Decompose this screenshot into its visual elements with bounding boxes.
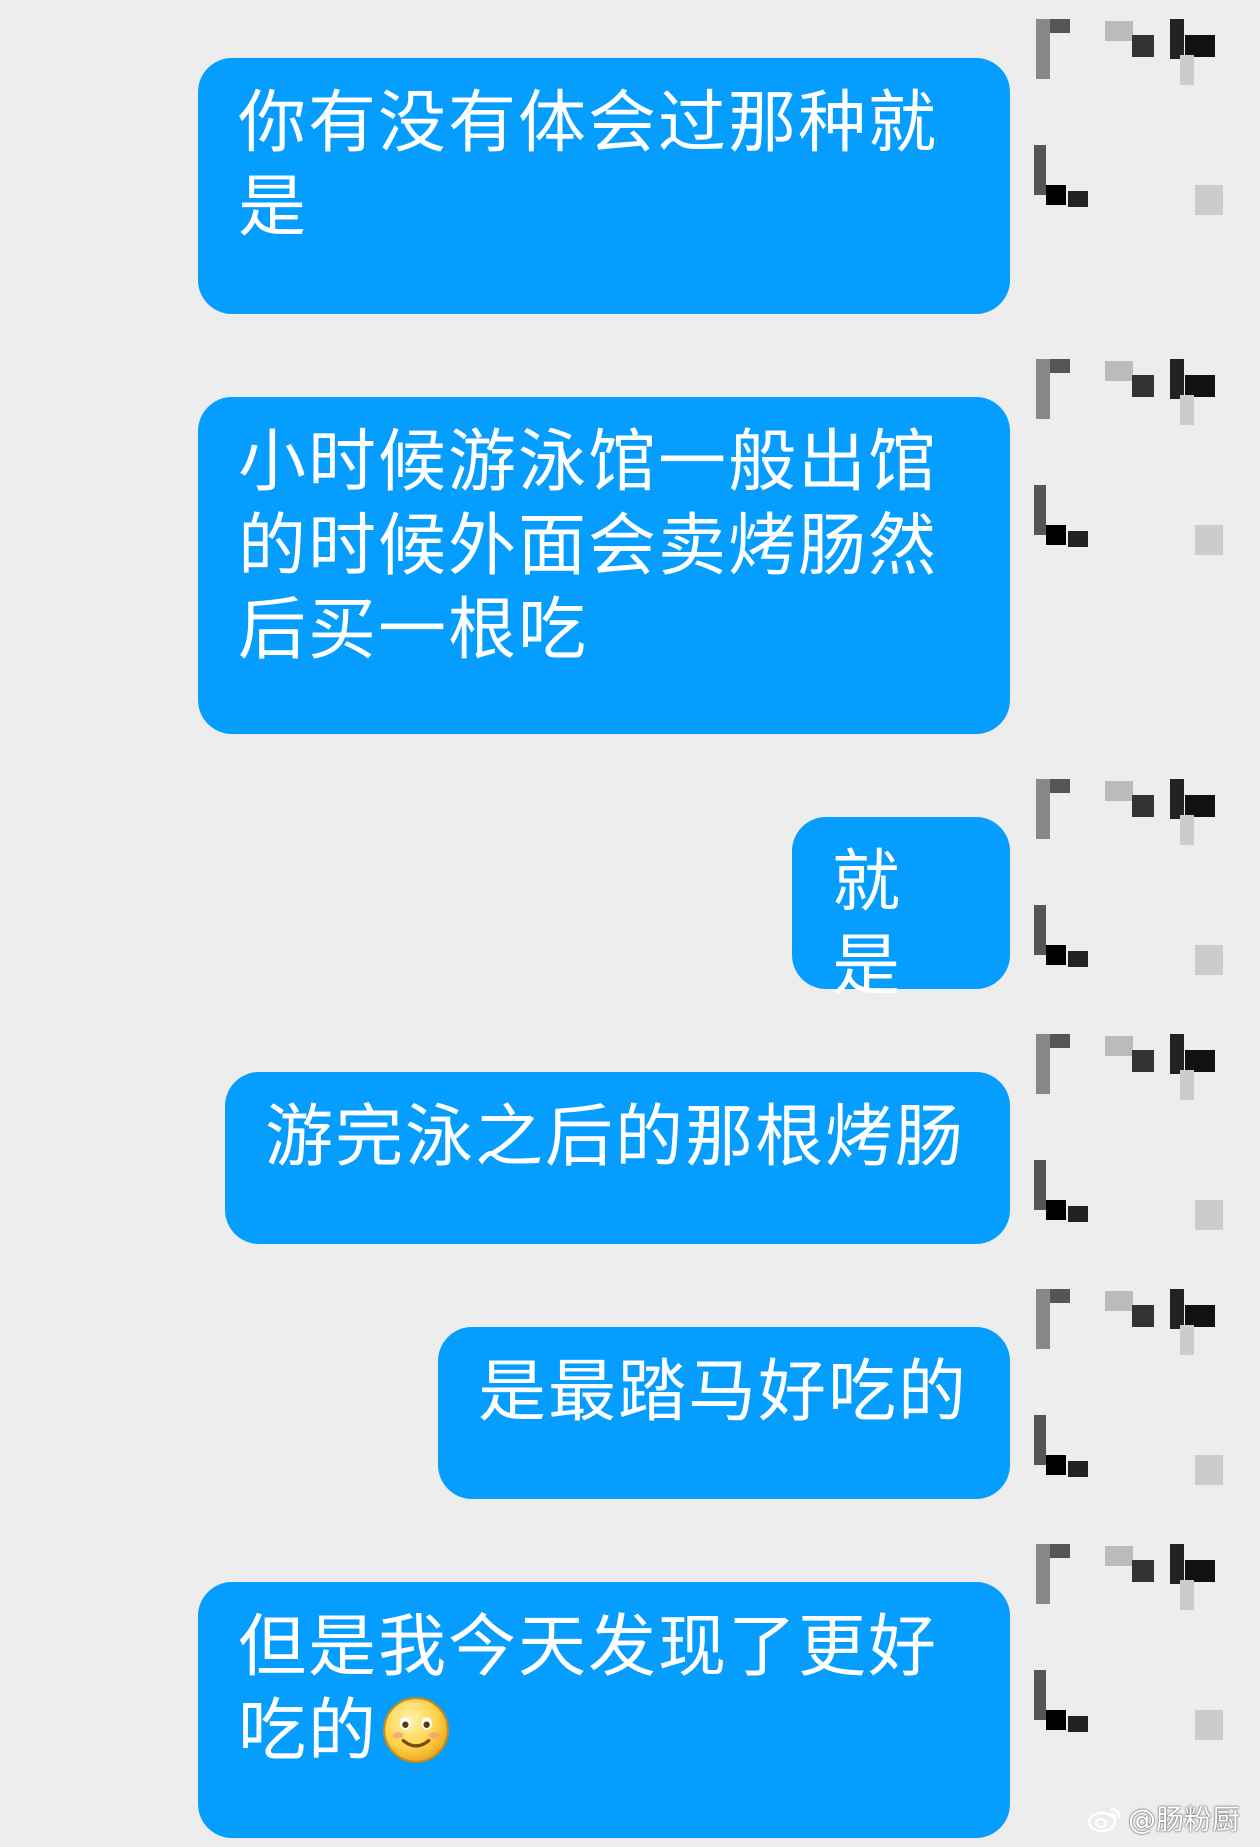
message-bubble[interactable]: 但是我今天发现了更好吃的	[198, 1582, 1010, 1838]
avatar[interactable]	[1020, 355, 1235, 570]
avatar[interactable]	[1020, 1030, 1235, 1245]
message-bubble[interactable]: 你有没有体会过那种就是	[198, 58, 1010, 314]
watermark-handle: @肠粉厨	[1128, 1803, 1241, 1836]
smile-emoji-icon	[383, 1697, 449, 1763]
avatar[interactable]	[1020, 775, 1235, 990]
message-text: 但是我今天发现了更好吃的	[238, 1608, 939, 1771]
avatar[interactable]	[1020, 1285, 1235, 1500]
message-text: 你有没有体会过那种就是	[238, 84, 939, 247]
message-bubble[interactable]: 就是	[792, 817, 1010, 1006]
message-text: 就是	[832, 843, 903, 1006]
message-text: 是最踏马好吃的	[478, 1353, 969, 1432]
avatar[interactable]	[1020, 1540, 1235, 1755]
message-bubble[interactable]: 是最踏马好吃的	[438, 1327, 1010, 1499]
message-text: 小时候游泳馆一般出馆的时候外面会卖烤肠然后买一根吃	[238, 423, 939, 670]
message-text: 游完泳之后的那根烤肠	[265, 1098, 966, 1177]
avatar[interactable]	[1020, 15, 1235, 230]
weibo-logo-icon	[1087, 1807, 1121, 1833]
watermark: @肠粉厨	[1086, 1798, 1240, 1838]
message-bubble[interactable]: 游完泳之后的那根烤肠	[225, 1072, 1010, 1244]
message-bubble[interactable]: 小时候游泳馆一般出馆的时候外面会卖烤肠然后买一根吃	[198, 397, 1010, 734]
